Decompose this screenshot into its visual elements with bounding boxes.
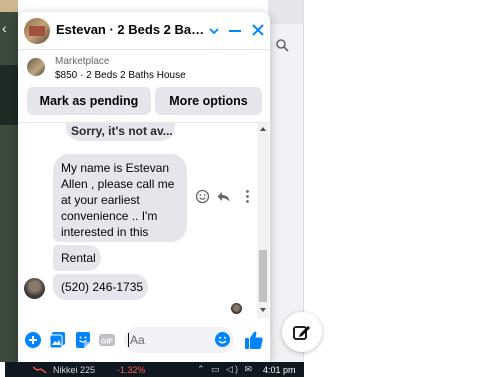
seen-indicator-avatar — [231, 303, 242, 314]
mark-as-pending-button[interactable]: Mark as pending — [27, 87, 151, 115]
chat-window: Estevan · 2 Beds 2 Baths H... Marketplac… — [18, 12, 270, 362]
chevron-down-icon[interactable] — [208, 25, 220, 37]
message-bubble[interactable]: Sorry, it's not av... — [66, 123, 175, 141]
system-tray-icons[interactable]: ⌃ ▭ ◁) ✉ — [197, 364, 254, 375]
search-icon[interactable] — [275, 38, 289, 52]
more-icon[interactable] — [240, 189, 255, 204]
composer: GIF — [18, 322, 270, 362]
avatar[interactable] — [24, 18, 50, 44]
more-options-button[interactable]: More options — [155, 87, 262, 115]
background-thumbnail — [0, 0, 18, 12]
compose-icon — [293, 326, 310, 340]
chat-header: Estevan · 2 Beds 2 Baths H... — [18, 12, 270, 50]
svg-text:GIF: GIF — [101, 339, 113, 346]
listing-source: Marketplace — [55, 56, 110, 67]
scroll-up-arrow-icon[interactable] — [260, 127, 266, 131]
divider — [303, 0, 304, 362]
scrollbar[interactable] — [257, 123, 269, 318]
listing-thumbnail — [27, 58, 45, 76]
photo-icon[interactable] — [49, 331, 67, 349]
avatar[interactable] — [24, 278, 45, 299]
background-header — [268, 0, 304, 24]
message-input[interactable] — [124, 327, 234, 353]
like-icon[interactable] — [244, 330, 264, 350]
sticker-icon[interactable] — [74, 331, 92, 349]
scroll-thumb[interactable] — [259, 250, 267, 302]
reply-icon[interactable] — [216, 189, 231, 204]
scroll-down-arrow-icon[interactable] — [260, 308, 266, 312]
gif-icon[interactable]: GIF — [98, 331, 116, 349]
message-bubble[interactable]: My name is Estevan Allen , please call m… — [53, 154, 187, 242]
taskbar-widget-change: -1.32% — [117, 365, 146, 375]
listing-price-title: $850 · 2 Beds 2 Baths House — [55, 70, 186, 81]
new-message-button[interactable] — [282, 312, 322, 352]
plus-icon[interactable] — [24, 331, 42, 349]
message-input-field[interactable] — [130, 330, 210, 350]
stock-trend-icon — [33, 366, 47, 374]
back-arrow-icon[interactable]: ‹ — [2, 20, 7, 36]
listing-info[interactable]: Marketplace $850 · 2 Beds 2 Baths House — [18, 51, 270, 89]
taskbar: Nikkei 225 -1.32% ⌃ ▭ ◁) ✉ 4:01 pm — [5, 362, 304, 377]
close-icon[interactable] — [250, 22, 266, 38]
text-caret — [128, 333, 129, 347]
clock[interactable]: 4:01 pm — [263, 365, 296, 375]
background-page-left — [0, 0, 18, 362]
message-bubble[interactable]: (520) 246-1735 — [53, 274, 148, 300]
emoji-icon[interactable] — [214, 331, 231, 348]
emoji-react-icon[interactable] — [195, 189, 210, 204]
minimize-icon[interactable] — [227, 23, 243, 39]
message-bubble[interactable]: Rental — [53, 245, 101, 271]
message-list: Sorry, it's not av... My name is Estevan… — [18, 123, 270, 318]
background-image-strip — [0, 65, 18, 125]
chat-title[interactable]: Estevan · 2 Beds 2 Baths H... — [56, 22, 206, 37]
background-page-right — [268, 0, 304, 362]
taskbar-widget-label[interactable]: Nikkei 225 — [53, 365, 95, 375]
